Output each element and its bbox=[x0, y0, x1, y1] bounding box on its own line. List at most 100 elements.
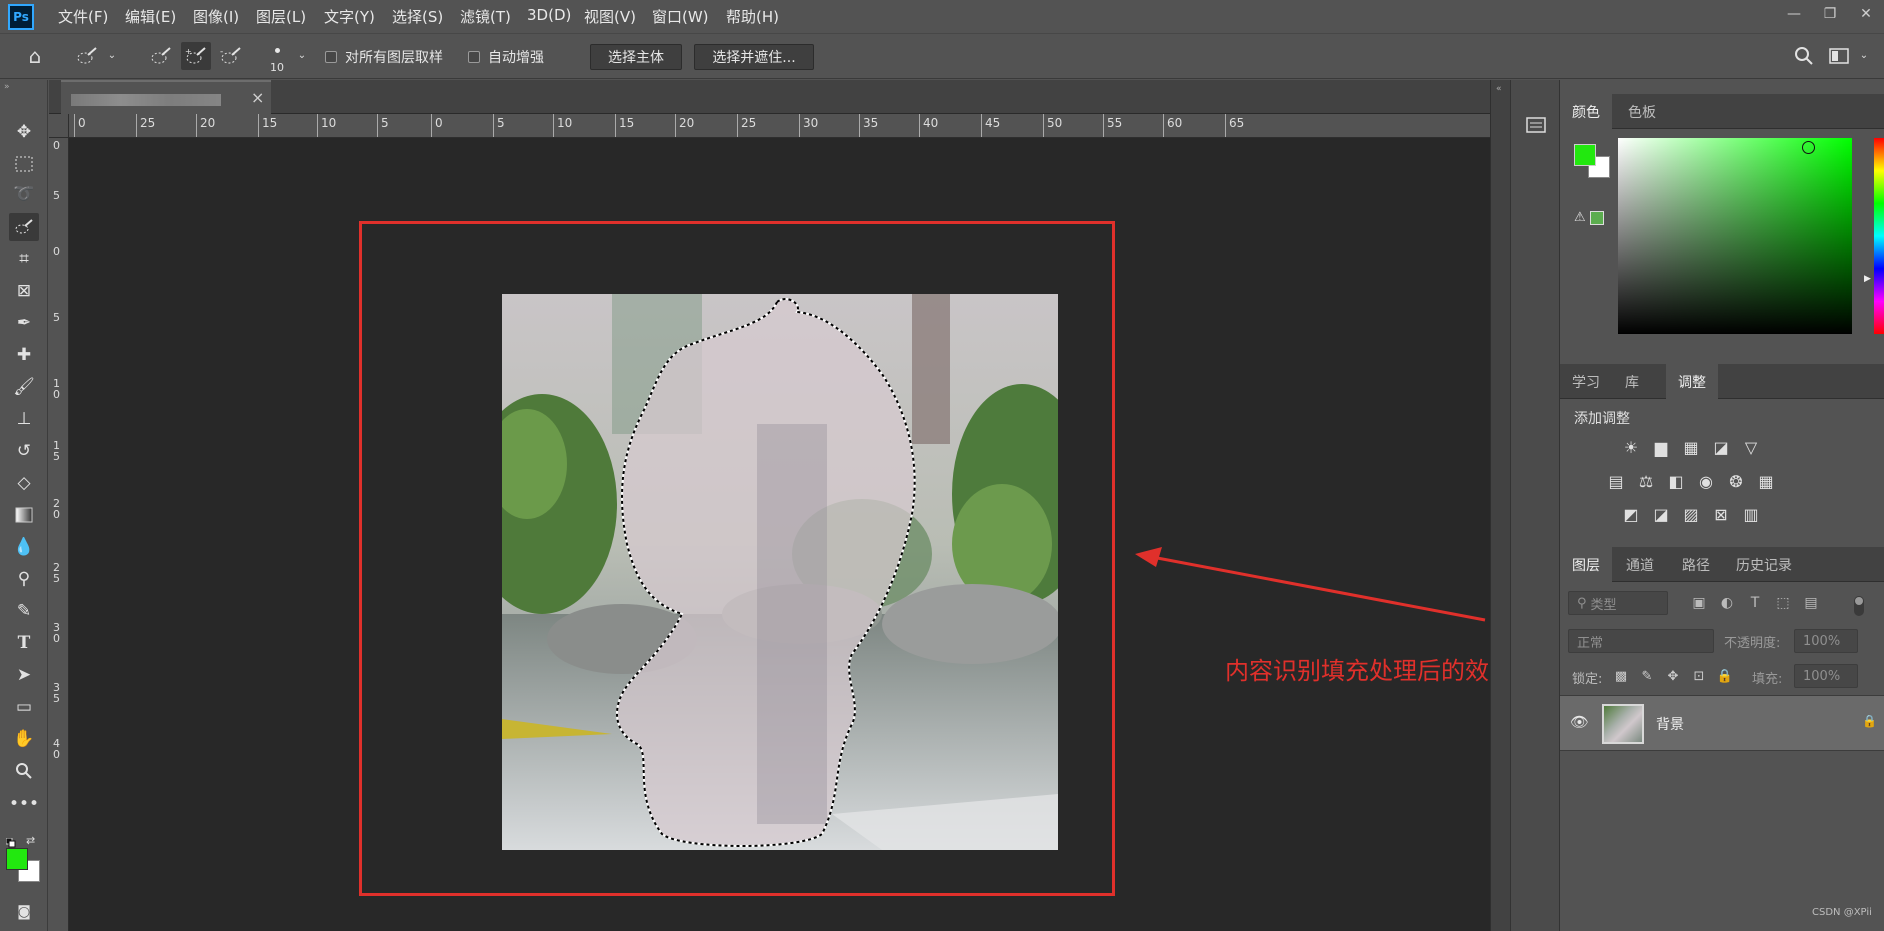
invert-icon[interactable]: ◩ bbox=[1620, 504, 1642, 524]
hue-slider-handle-icon[interactable]: ▶ bbox=[1864, 274, 1871, 284]
document-tab[interactable]: × bbox=[61, 80, 271, 114]
blend-mode-dropdown[interactable]: 正常 bbox=[1568, 629, 1714, 653]
web-safe-color-swatch[interactable] bbox=[1590, 211, 1604, 225]
color-balance-icon[interactable]: ⚖ bbox=[1635, 471, 1657, 491]
menu-layer[interactable]: 图层(L) bbox=[256, 6, 306, 27]
tab-adjustments[interactable]: 调整 bbox=[1666, 364, 1718, 399]
brightness-contrast-icon[interactable]: ☀ bbox=[1620, 437, 1642, 457]
brush-tool-icon[interactable]: 🖌 bbox=[9, 373, 39, 401]
tab-history[interactable]: 历史记录 bbox=[1724, 547, 1804, 582]
black-white-icon[interactable]: ◧ bbox=[1665, 471, 1687, 491]
pen-tool-icon[interactable]: ✎ bbox=[9, 597, 39, 625]
lock-transparent-icon[interactable]: ▩ bbox=[1610, 666, 1632, 686]
tab-paths[interactable]: 路径 bbox=[1670, 547, 1722, 582]
threshold-icon[interactable]: ▨ bbox=[1680, 504, 1702, 524]
layer-filter-dropdown[interactable]: ⚲ 类型 bbox=[1568, 591, 1668, 615]
opacity-input[interactable]: 100% bbox=[1794, 629, 1858, 653]
horizontal-ruler[interactable]: 0 25 20 15 10 5 0 5 10 15 20 25 30 35 40 45 50 55 60 65 bbox=[69, 114, 1490, 138]
channel-mixer-icon[interactable]: ❂ bbox=[1725, 471, 1747, 491]
filter-type-icon[interactable]: T bbox=[1744, 593, 1766, 613]
menu-file[interactable]: 文件(F) bbox=[58, 6, 108, 27]
selective-color-icon[interactable]: ⊠ bbox=[1710, 504, 1732, 524]
brush-picker-chevron-icon[interactable]: ⌄ bbox=[296, 48, 308, 62]
tab-channels[interactable]: 通道 bbox=[1614, 547, 1666, 582]
lock-artboard-icon[interactable]: ⊡ bbox=[1688, 666, 1710, 686]
move-tool-icon[interactable]: ✥ bbox=[9, 118, 39, 146]
eyedropper-tool-icon[interactable]: ✒ bbox=[9, 309, 39, 337]
subtract-from-selection-icon[interactable]: - bbox=[216, 42, 246, 70]
dodge-tool-icon[interactable]: ⚲ bbox=[9, 565, 39, 593]
restore-button[interactable]: ❐ bbox=[1812, 0, 1848, 28]
menu-view[interactable]: 视图(V) bbox=[584, 6, 636, 27]
tab-libraries[interactable]: 库 bbox=[1612, 364, 1652, 399]
menu-image[interactable]: 图像(I) bbox=[193, 6, 239, 27]
filter-adjustment-icon[interactable]: ◐ bbox=[1716, 593, 1738, 613]
vibrance-icon[interactable]: ▽ bbox=[1740, 437, 1762, 457]
minimize-button[interactable]: — bbox=[1776, 0, 1812, 28]
filter-smart-object-icon[interactable]: ▤ bbox=[1800, 593, 1822, 613]
quick-mask-icon[interactable]: ◙ bbox=[9, 898, 39, 926]
exposure-icon[interactable]: ◪ bbox=[1710, 437, 1732, 457]
hue-saturation-icon[interactable]: ▤ bbox=[1605, 471, 1627, 491]
fill-input[interactable]: 100% bbox=[1794, 664, 1858, 688]
path-selection-tool-icon[interactable]: ➤ bbox=[9, 661, 39, 689]
workspace-icon[interactable] bbox=[1827, 44, 1851, 68]
gradient-tool-icon[interactable] bbox=[9, 501, 39, 529]
menu-select[interactable]: 选择(S) bbox=[392, 6, 443, 27]
healing-brush-tool-icon[interactable]: ✚ bbox=[9, 341, 39, 369]
color-picker-handle[interactable] bbox=[1802, 141, 1815, 154]
toolbar-collapse-icon[interactable]: » bbox=[4, 82, 10, 92]
lock-position-icon[interactable]: ✥ bbox=[1662, 666, 1684, 686]
close-button[interactable]: ✕ bbox=[1848, 0, 1884, 28]
lock-all-icon[interactable]: 🔒 bbox=[1714, 666, 1736, 686]
color-field[interactable] bbox=[1618, 138, 1852, 334]
tab-color[interactable]: 颜色 bbox=[1560, 94, 1612, 129]
brush-size-value[interactable]: 10 bbox=[270, 61, 284, 74]
quick-selection-tool-icon[interactable] bbox=[9, 213, 39, 241]
rectangle-tool-icon[interactable]: ▭ bbox=[9, 693, 39, 721]
posterize-icon[interactable]: ◪ bbox=[1650, 504, 1672, 524]
search-icon[interactable] bbox=[1792, 44, 1816, 68]
layer-name[interactable]: 背景 bbox=[1656, 714, 1684, 734]
levels-icon[interactable]: ▆ bbox=[1650, 437, 1672, 457]
filter-pixel-icon[interactable]: ▣ bbox=[1688, 593, 1710, 613]
lasso-tool-icon[interactable]: ➰ bbox=[9, 180, 39, 208]
menu-help[interactable]: 帮助(H) bbox=[726, 6, 779, 27]
swap-colors-icon[interactable]: ⇄ bbox=[26, 834, 35, 847]
zoom-tool-icon[interactable] bbox=[9, 757, 39, 785]
tab-learn[interactable]: 学习 bbox=[1560, 364, 1612, 399]
hue-slider[interactable] bbox=[1874, 138, 1884, 334]
auto-enhance-checkbox[interactable] bbox=[468, 51, 480, 63]
document-tab-close-icon[interactable]: × bbox=[251, 88, 264, 107]
tab-swatches[interactable]: 色板 bbox=[1616, 94, 1668, 129]
vertical-ruler[interactable]: 0 5 0 5 10 15 20 25 30 35 40 bbox=[49, 138, 69, 931]
workspace-chevron-icon[interactable]: ⌄ bbox=[1858, 48, 1870, 62]
select-and-mask-button[interactable]: 选择并遮住... bbox=[694, 44, 814, 70]
blur-tool-icon[interactable]: 💧 bbox=[9, 533, 39, 561]
default-colors-icon[interactable] bbox=[5, 836, 16, 848]
tab-layers[interactable]: 图层 bbox=[1560, 547, 1612, 582]
select-subject-button[interactable]: 选择主体 bbox=[590, 44, 682, 70]
menu-3d[interactable]: 3D(D) bbox=[527, 6, 571, 24]
quick-selection-preset-icon[interactable] bbox=[72, 42, 102, 70]
collapse-panels-icon[interactable]: « bbox=[1496, 84, 1502, 94]
more-tools-icon[interactable]: ••• bbox=[9, 790, 39, 818]
menu-type[interactable]: 文字(Y) bbox=[324, 6, 375, 27]
filter-shape-icon[interactable]: ⬚ bbox=[1772, 593, 1794, 613]
gradient-map-icon[interactable]: ▥ bbox=[1740, 504, 1762, 524]
warning-icon[interactable]: ⚠ bbox=[1574, 210, 1586, 225]
lock-image-icon[interactable]: ✎ bbox=[1636, 666, 1658, 686]
filter-toggle[interactable] bbox=[1854, 596, 1864, 616]
properties-panel-icon[interactable] bbox=[1525, 114, 1547, 136]
brush-dot-icon[interactable] bbox=[275, 48, 280, 53]
new-selection-icon[interactable] bbox=[146, 42, 176, 70]
layer-row-background[interactable]: 👁 背景 🔒 bbox=[1560, 696, 1884, 751]
panel-foreground-swatch[interactable] bbox=[1574, 144, 1596, 166]
color-lookup-icon[interactable]: ▦ bbox=[1755, 471, 1777, 491]
ruler-origin[interactable] bbox=[49, 114, 69, 138]
frame-tool-icon[interactable]: ⊠ bbox=[9, 277, 39, 305]
menu-window[interactable]: 窗口(W) bbox=[652, 6, 709, 27]
marquee-tool-icon[interactable] bbox=[9, 150, 39, 178]
hand-tool-icon[interactable]: ✋ bbox=[9, 725, 39, 753]
crop-tool-icon[interactable]: ⌗ bbox=[9, 245, 39, 273]
